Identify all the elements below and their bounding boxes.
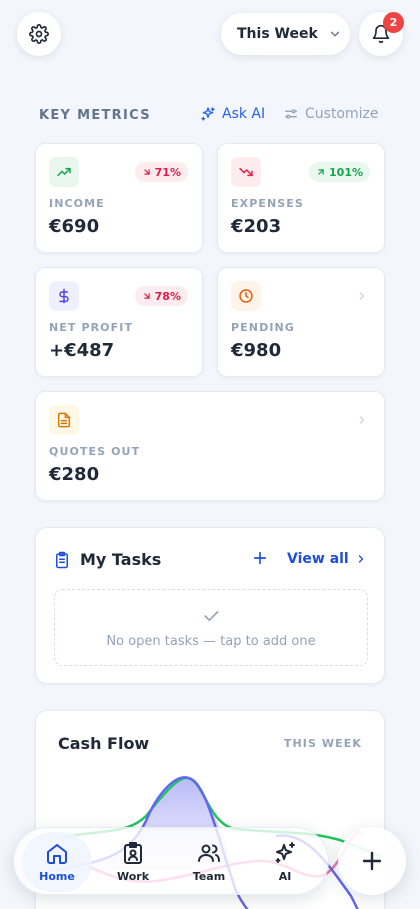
period-select[interactable]: This Week [221, 13, 350, 55]
check-icon [204, 611, 219, 621]
tasks-card: My Tasks View all No open tasks — tap to… [35, 527, 385, 684]
income-change-badge: 71% [134, 162, 188, 182]
nav-work[interactable]: Work [95, 828, 171, 896]
period-label: This Week [237, 26, 318, 42]
clipboard-icon [124, 842, 142, 864]
nav-team-label: Team [192, 870, 226, 883]
add-button[interactable] [338, 827, 406, 895]
nav-work-label: Work [116, 870, 150, 883]
income-value: €690 [49, 216, 100, 237]
view-all-label: View all [287, 551, 349, 567]
ask-ai-label: Ask AI [222, 106, 266, 122]
ask-ai-button[interactable]: Ask AI [200, 106, 265, 122]
view-all-tasks-link[interactable]: View all [287, 551, 367, 567]
arrow-down-right-icon [143, 169, 150, 175]
plus-icon [253, 551, 267, 565]
quotes-out-icon-box [49, 405, 79, 435]
empty-tasks-text: No open tasks — tap to add one [106, 634, 316, 649]
plus-icon [362, 851, 382, 871]
pending-label: PENDING [231, 321, 295, 334]
pending-value: €980 [231, 340, 282, 361]
pending-card[interactable]: PENDING €980 [217, 267, 385, 377]
nav-home-label: Home [39, 870, 75, 883]
top-bar: This Week 2 [0, 0, 420, 70]
quotes-out-label: QUOTES OUT [49, 445, 141, 458]
chevron-right-icon [359, 416, 365, 424]
tasks-title: My Tasks [80, 550, 162, 569]
income-card[interactable]: 71% INCOME €690 [35, 143, 203, 253]
net-profit-change: 78% [154, 289, 181, 303]
quotes-out-value: €280 [49, 464, 100, 485]
expenses-card[interactable]: 101% EXPENSES €203 [217, 143, 385, 253]
arrow-down-right-icon [143, 293, 150, 299]
settings-button[interactable] [17, 12, 61, 56]
income-icon-box [49, 157, 79, 187]
net-profit-change-badge: 78% [134, 286, 188, 306]
income-change: 71% [154, 165, 181, 179]
chevron-right-icon [359, 292, 365, 300]
sparkle-icon [201, 107, 215, 121]
net-profit-value: +€487 [49, 340, 115, 361]
sparkle-icon [275, 842, 295, 863]
clipboard-list-icon [56, 551, 68, 569]
expenses-value: €203 [231, 216, 282, 237]
arrow-up-right-icon [318, 169, 324, 175]
pending-icon-box [231, 281, 261, 311]
expenses-icon-box [231, 157, 261, 187]
trending-up-icon [57, 167, 71, 177]
trending-down-icon [239, 167, 253, 177]
document-icon [57, 412, 71, 428]
chevron-right-icon [358, 555, 363, 563]
section-title: KEY METRICS [39, 108, 151, 123]
nav-team[interactable]: Team [171, 828, 247, 896]
net-profit-icon-box [49, 281, 79, 311]
dollar-icon [59, 288, 69, 304]
sliders-icon [285, 109, 297, 119]
empty-tasks-placeholder[interactable]: No open tasks — tap to add one [54, 589, 368, 666]
bottom-nav: Home Work Team AI [13, 827, 329, 895]
clock-icon [239, 289, 253, 303]
chevron-down-icon [330, 31, 339, 37]
nav-home[interactable]: Home [19, 828, 95, 896]
home-icon [47, 844, 67, 864]
notification-badge: 2 [383, 12, 404, 33]
expenses-label: EXPENSES [231, 197, 304, 210]
nav-ai[interactable]: AI [247, 828, 323, 896]
customize-button[interactable]: Customize [283, 106, 379, 122]
net-profit-card[interactable]: 78% NET PROFIT +€487 [35, 267, 203, 377]
add-task-button[interactable] [251, 549, 269, 571]
customize-label: Customize [305, 106, 379, 122]
net-profit-label: NET PROFIT [49, 321, 134, 334]
quotes-out-card[interactable]: QUOTES OUT €280 [35, 391, 385, 501]
gear-icon [29, 24, 49, 44]
income-label: INCOME [49, 197, 105, 210]
expenses-change: 101% [329, 165, 363, 179]
expenses-change-badge: 101% [309, 162, 370, 182]
nav-ai-label: AI [278, 870, 292, 883]
team-icon [198, 844, 220, 862]
